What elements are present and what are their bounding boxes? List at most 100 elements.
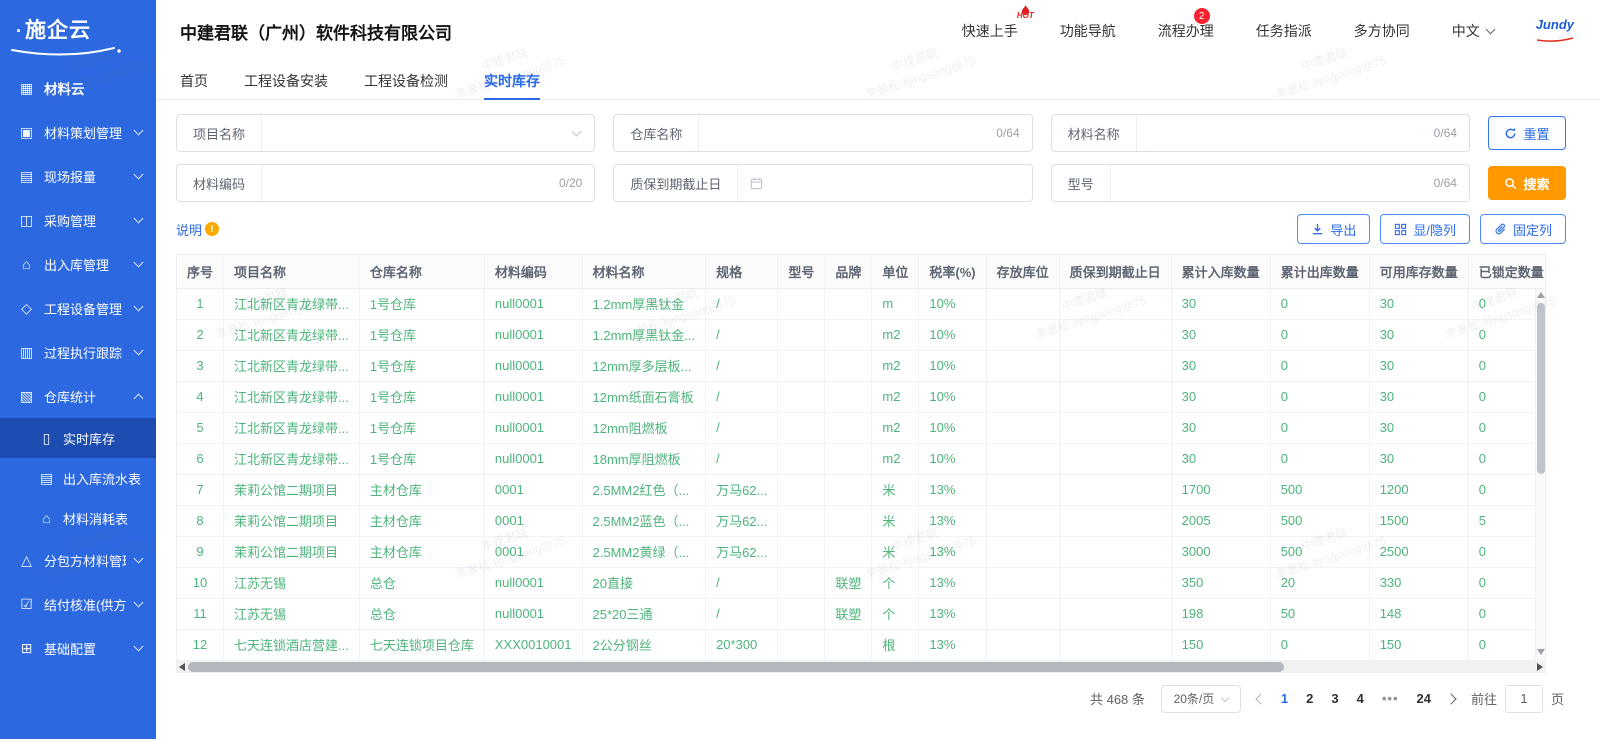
- company-title: 中建君联（广州）软件科技有限公司: [180, 19, 452, 44]
- sidebar-item[interactable]: ▣材料策划管理: [0, 110, 156, 154]
- table-row[interactable]: 10江苏无锡总仓null000120直接/联塑个13%3502033000.4: [177, 567, 1546, 598]
- table-row[interactable]: 12七天连锁酒店营建...七天连锁项目仓库XXX00100012公分钢丝20*3…: [177, 629, 1546, 660]
- sidebar-item[interactable]: ⌂出入库管理: [0, 242, 156, 286]
- brand-swoosh-icon: [1536, 37, 1574, 42]
- realtime-stock-icon: ▯: [38, 430, 55, 447]
- table-cell: 20*300: [706, 629, 778, 660]
- pin-columns-button[interactable]: 固定列: [1480, 214, 1566, 244]
- table-cell: 1: [177, 288, 224, 319]
- table-cell: [778, 443, 825, 474]
- page-number[interactable]: 24: [1417, 691, 1431, 706]
- project-name-value: [262, 115, 573, 151]
- note-link[interactable]: 说明 !: [176, 220, 219, 239]
- table-cell: 江北新区青龙绿带...: [224, 412, 360, 443]
- nav-item[interactable]: 中文: [1452, 21, 1494, 41]
- table-cell: [825, 381, 872, 412]
- next-page-button[interactable]: [1445, 693, 1456, 704]
- sidebar-item[interactable]: △分包方材料管理: [0, 538, 156, 582]
- export-label: 导出: [1330, 220, 1356, 239]
- table-cell: 米: [872, 474, 919, 505]
- table-cell: [1059, 381, 1171, 412]
- table-row[interactable]: 1江北新区青龙绿带...1号仓库null00011.2mm厚黑钛金/m10%30…: [177, 288, 1546, 319]
- nav-item[interactable]: 流程办理2: [1158, 21, 1214, 41]
- table-cell: [778, 350, 825, 381]
- tab-bar: 首页工程设备安装工程设备检测实时库存: [156, 62, 1600, 100]
- scroll-down-icon[interactable]: [1537, 649, 1545, 655]
- table-row[interactable]: 9茉莉公馆二期项目主材仓库00012.5MM2黄绿（...万马62...米13%…: [177, 536, 1546, 567]
- project-name-select[interactable]: 项目名称: [176, 114, 595, 152]
- table-row[interactable]: 3江北新区青龙绿带...1号仓库null000112mm厚多层板.../m210…: [177, 350, 1546, 381]
- table-row[interactable]: 2江北新区青龙绿带...1号仓库null00011.2mm厚黑钛金.../m21…: [177, 319, 1546, 350]
- material-code-counter: 0/20: [559, 176, 594, 190]
- page-number[interactable]: 2: [1306, 691, 1313, 706]
- horizontal-scroll-thumb[interactable]: [188, 662, 1284, 672]
- nav-item-label: 功能导航: [1060, 23, 1116, 39]
- sidebar-subitem[interactable]: ▯实时库存: [0, 418, 156, 458]
- sidebar-item[interactable]: ▥过程执行跟踪: [0, 330, 156, 374]
- table-cell: 主材仓库: [359, 505, 484, 536]
- sidebar-item[interactable]: ▧仓库统计: [0, 374, 156, 418]
- vertical-scrollbar[interactable]: [1535, 289, 1545, 661]
- process-track-icon: ▥: [18, 344, 35, 361]
- sidebar-item[interactable]: ◇工程设备管理: [0, 286, 156, 330]
- tab-active[interactable]: 实时库存: [484, 62, 540, 99]
- model-input[interactable]: 型号 0/64: [1051, 164, 1470, 202]
- tab-item[interactable]: 首页: [180, 62, 208, 99]
- sidebar-item-label: 采购管理: [44, 211, 96, 230]
- vertical-scroll-thumb[interactable]: [1537, 303, 1545, 474]
- table-cell: [986, 381, 1059, 412]
- nav-item[interactable]: 快速上手HOT: [962, 21, 1018, 41]
- table-row[interactable]: 7茉莉公馆二期项目主材仓库00012.5MM2红色（...万马62...米13%…: [177, 474, 1546, 505]
- sidebar-subitem[interactable]: ⌂材料消耗表: [0, 498, 156, 538]
- sidebar-section-material-cloud[interactable]: ▦ 材料云: [0, 68, 156, 110]
- sidebar-item-label: 仓库统计: [44, 387, 96, 406]
- table-row[interactable]: 11江苏无锡总仓null000125*20三通/联塑个13%1985014800…: [177, 598, 1546, 629]
- warehouse-name-input[interactable]: 仓库名称 0/64: [613, 114, 1032, 152]
- chevron-down-icon: [572, 127, 582, 137]
- table-cell: 20直接: [582, 567, 706, 598]
- sidebar-item[interactable]: ▤现场报量: [0, 154, 156, 198]
- nav-item[interactable]: 多方协同: [1354, 21, 1410, 41]
- table-cell: 4: [177, 381, 224, 412]
- scroll-left-icon[interactable]: [179, 663, 185, 671]
- nav-item[interactable]: 任务指派: [1256, 21, 1312, 41]
- page-number[interactable]: 1: [1281, 691, 1288, 706]
- reset-button[interactable]: 重置: [1488, 116, 1566, 150]
- table-cell: 个: [872, 598, 919, 629]
- table-row[interactable]: 8茉莉公馆二期项目主材仓库00012.5MM2蓝色（...万马62...米13%…: [177, 505, 1546, 536]
- show-hide-columns-button[interactable]: 显/隐列: [1380, 214, 1470, 244]
- export-button[interactable]: 导出: [1297, 214, 1370, 244]
- table-row[interactable]: 6江北新区青龙绿带...1号仓库null000118mm厚阻燃板/m210%30…: [177, 443, 1546, 474]
- table-cell: 30: [1369, 412, 1468, 443]
- sidebar-item[interactable]: ☑结付核准(供方报): [0, 582, 156, 626]
- sidebar-item[interactable]: ⊞基础配置: [0, 626, 156, 670]
- table-cell: 148: [1369, 598, 1468, 629]
- tab-item[interactable]: 工程设备安装: [244, 62, 328, 99]
- search-button[interactable]: 搜索: [1488, 166, 1566, 200]
- table-cell: 茉莉公馆二期项目: [224, 474, 360, 505]
- scroll-right-icon[interactable]: [1537, 663, 1543, 671]
- sidebar-item[interactable]: ◫采购管理: [0, 198, 156, 242]
- nav-item[interactable]: 功能导航: [1060, 21, 1116, 41]
- horizontal-scrollbar[interactable]: [176, 661, 1546, 673]
- material-code-input[interactable]: 材料编码 0/20: [176, 164, 595, 202]
- table-row[interactable]: 4江北新区青龙绿带...1号仓库null000112mm纸面石膏板/m210%3…: [177, 381, 1546, 412]
- goto-label: 前往: [1471, 689, 1497, 708]
- tab-item[interactable]: 工程设备检测: [364, 62, 448, 99]
- page-number[interactable]: 3: [1331, 691, 1338, 706]
- material-name-input[interactable]: 材料名称 0/64: [1051, 114, 1470, 152]
- grid-icon: [1394, 223, 1407, 236]
- table-cell: 七天连锁项目仓库: [359, 629, 484, 660]
- page-size-select[interactable]: 20条/页: [1161, 685, 1241, 713]
- prev-page-button[interactable]: [1255, 693, 1266, 704]
- warehouse-name-label: 仓库名称: [614, 115, 699, 151]
- scroll-up-icon[interactable]: [1537, 292, 1545, 298]
- table-cell: 0001: [484, 536, 582, 567]
- warranty-date-picker[interactable]: 质保到期截止日: [613, 164, 1032, 202]
- column-header: 存放库位: [986, 255, 1059, 288]
- page-number[interactable]: 4: [1357, 691, 1364, 706]
- goto-page-input[interactable]: 1: [1505, 685, 1543, 713]
- chevron-down-icon: [1485, 25, 1495, 35]
- table-row[interactable]: 5江北新区青龙绿带...1号仓库null000112mm阻燃板/m210%300…: [177, 412, 1546, 443]
- sidebar-subitem[interactable]: ▤出入库流水表: [0, 458, 156, 498]
